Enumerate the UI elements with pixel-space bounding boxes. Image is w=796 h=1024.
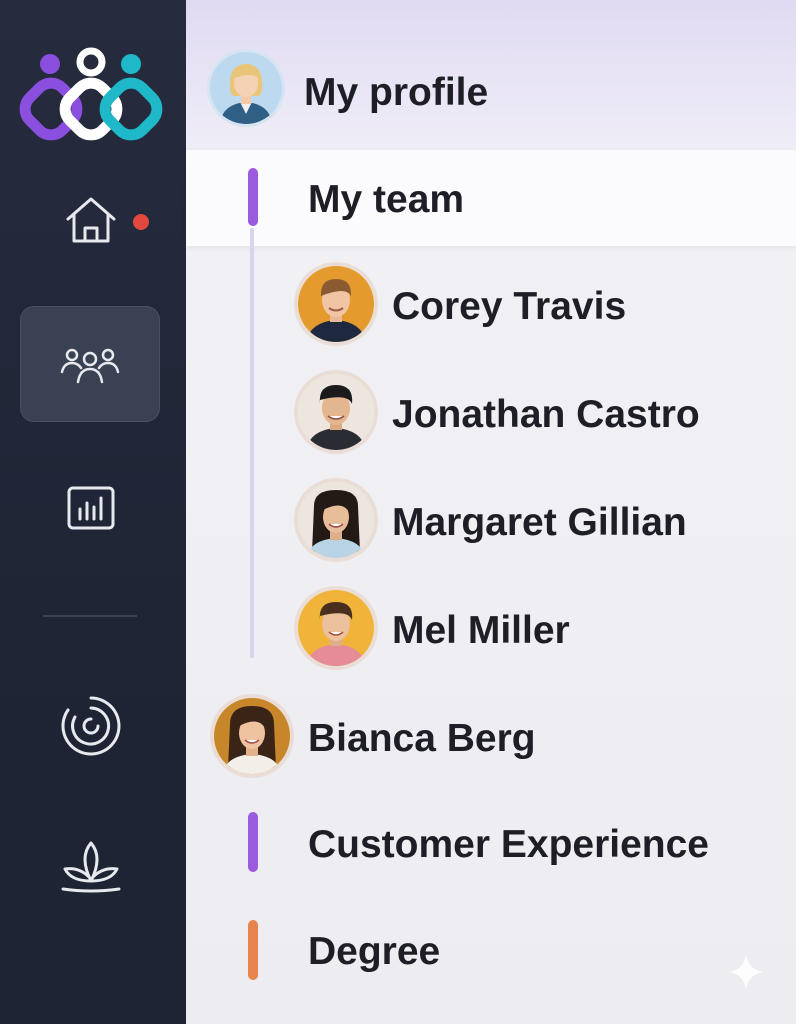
member-avatar-corey[interactable] — [298, 266, 374, 342]
team-icon — [60, 348, 120, 384]
home-icon — [66, 197, 116, 243]
member-name[interactable]: Jonathan Castro — [392, 392, 700, 438]
home-button[interactable] — [55, 184, 127, 256]
group-accent-bar — [248, 920, 258, 980]
my-team-row[interactable] — [186, 150, 796, 246]
my-team-label[interactable]: My team — [308, 177, 464, 223]
people-panel: My profile My team Corey Travis Jonathan… — [186, 0, 796, 1024]
manager-avatar[interactable] — [214, 698, 290, 774]
team-accent-bar — [248, 168, 258, 226]
group-degree[interactable]: Degree — [308, 929, 440, 975]
member-name[interactable]: Corey Travis — [392, 284, 626, 330]
wellbeing-button[interactable] — [55, 830, 127, 902]
target-icon — [61, 696, 121, 756]
lotus-icon — [61, 841, 121, 893]
member-avatar-jonathan[interactable] — [298, 374, 374, 450]
member-avatar-mel[interactable] — [298, 590, 374, 666]
member-name[interactable]: Margaret Gillian — [392, 500, 687, 546]
rail-divider — [43, 615, 137, 617]
team-tree-line — [250, 228, 254, 658]
manager-name[interactable]: Bianca Berg — [308, 716, 536, 762]
sparkle-icon — [728, 954, 764, 990]
app-logo — [19, 47, 163, 141]
team-button[interactable] — [20, 306, 160, 422]
notification-dot — [133, 214, 149, 230]
my-profile-label[interactable]: My profile — [304, 70, 488, 116]
member-name[interactable]: Mel Miller — [392, 608, 570, 654]
sidebar-rail — [0, 0, 186, 1024]
analytics-button[interactable] — [55, 472, 127, 544]
member-avatar-margaret[interactable] — [298, 482, 374, 558]
group-accent-bar — [248, 812, 258, 872]
profile-avatar[interactable] — [210, 52, 282, 124]
target-button[interactable] — [55, 690, 127, 762]
analytics-icon — [67, 486, 115, 530]
group-customer-experience[interactable]: Customer Experience — [308, 822, 709, 868]
